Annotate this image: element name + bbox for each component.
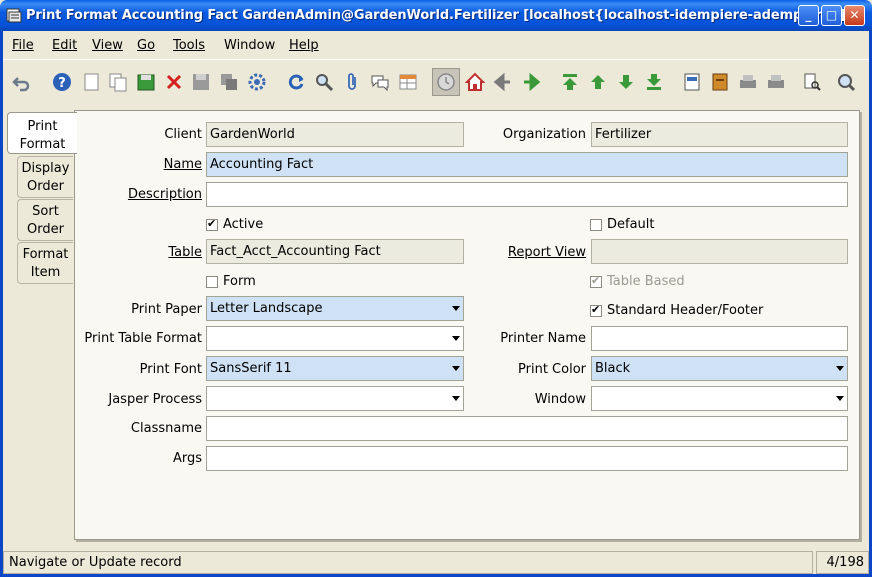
client-field[interactable]: GardenWorld (206, 122, 464, 147)
print-table-format-select[interactable] (206, 326, 464, 351)
classname-field[interactable] (206, 416, 848, 441)
maximize-button[interactable]: □ (821, 5, 842, 26)
form-panel: Client GardenWorld Organization Fertiliz… (74, 110, 860, 540)
print-color-select[interactable]: Black (591, 356, 848, 381)
print-preview-icon[interactable] (737, 71, 759, 93)
next-record-icon[interactable] (615, 71, 637, 93)
grid-toggle-icon[interactable] (397, 71, 419, 93)
minimize-button[interactable]: _ (798, 5, 819, 26)
chat-icon[interactable] (369, 71, 391, 93)
active-checkbox-box[interactable] (206, 217, 218, 231)
report-view-label: Report View (507, 245, 586, 260)
zoom-across-icon[interactable] (801, 71, 823, 93)
status-bar: Navigate or Update record 4/198 (3, 551, 869, 574)
window-frame-left (0, 31, 3, 577)
default-checkbox-box[interactable] (590, 218, 602, 231)
description-label: Description (127, 187, 202, 202)
settings-icon[interactable] (246, 71, 268, 93)
delete-selection-icon[interactable] (218, 71, 240, 93)
menu-window[interactable]: Window (224, 38, 275, 53)
table-label: Table (168, 245, 202, 260)
standard-header-footer-box[interactable] (590, 303, 602, 317)
print-color-label: Print Color (518, 362, 586, 377)
undo-icon[interactable] (11, 71, 33, 93)
chevron-down-icon[interactable] (448, 387, 463, 410)
attachment-icon[interactable] (341, 71, 363, 93)
chevron-down-icon[interactable] (832, 387, 847, 410)
home-icon[interactable] (464, 71, 486, 93)
help-icon[interactable]: ? (51, 71, 73, 93)
chevron-down-icon[interactable] (448, 357, 463, 380)
jasper-process-label: Jasper Process (108, 392, 202, 407)
printer-name-label: Printer Name (500, 331, 586, 346)
archive-icon[interactable] (709, 71, 731, 93)
menu-help[interactable]: Help (289, 38, 319, 53)
name-label: Name (163, 157, 202, 172)
menu-bar: File Edit View Go Tools Window Help (3, 31, 869, 59)
request-icon[interactable] (835, 71, 857, 93)
print-icon[interactable] (765, 71, 787, 93)
menu-tools[interactable]: Tools (173, 38, 205, 53)
client-label: Client (164, 127, 202, 142)
tab-sort-order[interactable]: Sort Order (17, 199, 73, 241)
find-icon[interactable] (313, 71, 335, 93)
window-title: Print Format Accounting Fact GardenAdmin… (26, 8, 846, 23)
first-record-icon[interactable] (559, 71, 581, 93)
tab-format-item[interactable]: Format Item (17, 242, 73, 284)
window-app-icon (6, 8, 22, 23)
copy-record-icon[interactable] (107, 71, 129, 93)
save-green-icon[interactable] (135, 71, 157, 93)
args-label: Args (172, 451, 202, 466)
chevron-down-icon[interactable] (448, 297, 463, 320)
chevron-down-icon[interactable] (832, 357, 847, 380)
print-paper-select[interactable]: Letter Landscape (206, 296, 464, 321)
previous-record-icon[interactable] (587, 71, 609, 93)
forward-icon[interactable] (520, 71, 542, 93)
save-icon[interactable] (190, 71, 212, 93)
menu-edit[interactable]: Edit (52, 38, 77, 53)
standard-header-footer-checkbox[interactable]: Standard Header/Footer (590, 303, 763, 318)
refresh-icon[interactable] (285, 71, 307, 93)
form-checkbox-box[interactable] (206, 275, 218, 288)
report-view-field[interactable] (591, 239, 848, 264)
menu-view[interactable]: View (92, 38, 123, 53)
table-field[interactable]: Fact_Acct_Accounting Fact (206, 239, 464, 264)
organization-field[interactable]: Fertilizer (591, 122, 848, 147)
classname-label: Classname (130, 421, 202, 436)
args-field[interactable] (206, 446, 848, 471)
new-record-icon[interactable] (80, 71, 102, 93)
window-label: Window (534, 392, 586, 407)
print-paper-label: Print Paper (131, 302, 202, 317)
menu-file[interactable]: File (12, 38, 34, 53)
menu-go[interactable]: Go (137, 38, 155, 53)
table-based-checkbox: Table Based (590, 274, 685, 289)
organization-label: Organization (502, 127, 586, 142)
description-field[interactable] (206, 182, 848, 207)
status-message: Navigate or Update record (3, 551, 813, 574)
print-font-label: Print Font (139, 362, 202, 377)
record-count[interactable]: 4/198 (816, 551, 869, 574)
tab-print-format[interactable]: Print Format (7, 112, 77, 154)
active-checkbox[interactable]: Active (206, 217, 263, 232)
delete-icon[interactable] (163, 71, 185, 93)
title-bar: Print Format Accounting Fact GardenAdmin… (0, 0, 872, 31)
default-checkbox[interactable]: Default (590, 217, 655, 232)
print-table-format-label: Print Table Format (84, 331, 202, 346)
form-checkbox[interactable]: Form (206, 274, 256, 289)
report-icon[interactable] (681, 71, 703, 93)
printer-name-field[interactable] (591, 326, 848, 351)
toolbar: ? (3, 59, 869, 104)
last-record-icon[interactable] (643, 71, 665, 93)
name-field[interactable]: Accounting Fact (206, 152, 848, 177)
history-icon[interactable] (432, 68, 460, 96)
svg-text:?: ? (58, 76, 66, 91)
back-icon[interactable] (492, 71, 514, 93)
close-button[interactable]: ✕ (844, 5, 865, 26)
print-font-select[interactable]: SansSerif 11 (206, 356, 464, 381)
chevron-down-icon[interactable] (448, 327, 463, 350)
tab-display-order[interactable]: Display Order (17, 156, 73, 198)
window-select[interactable] (591, 386, 848, 411)
table-based-checkbox-box (590, 274, 602, 288)
jasper-process-select[interactable] (206, 386, 464, 411)
